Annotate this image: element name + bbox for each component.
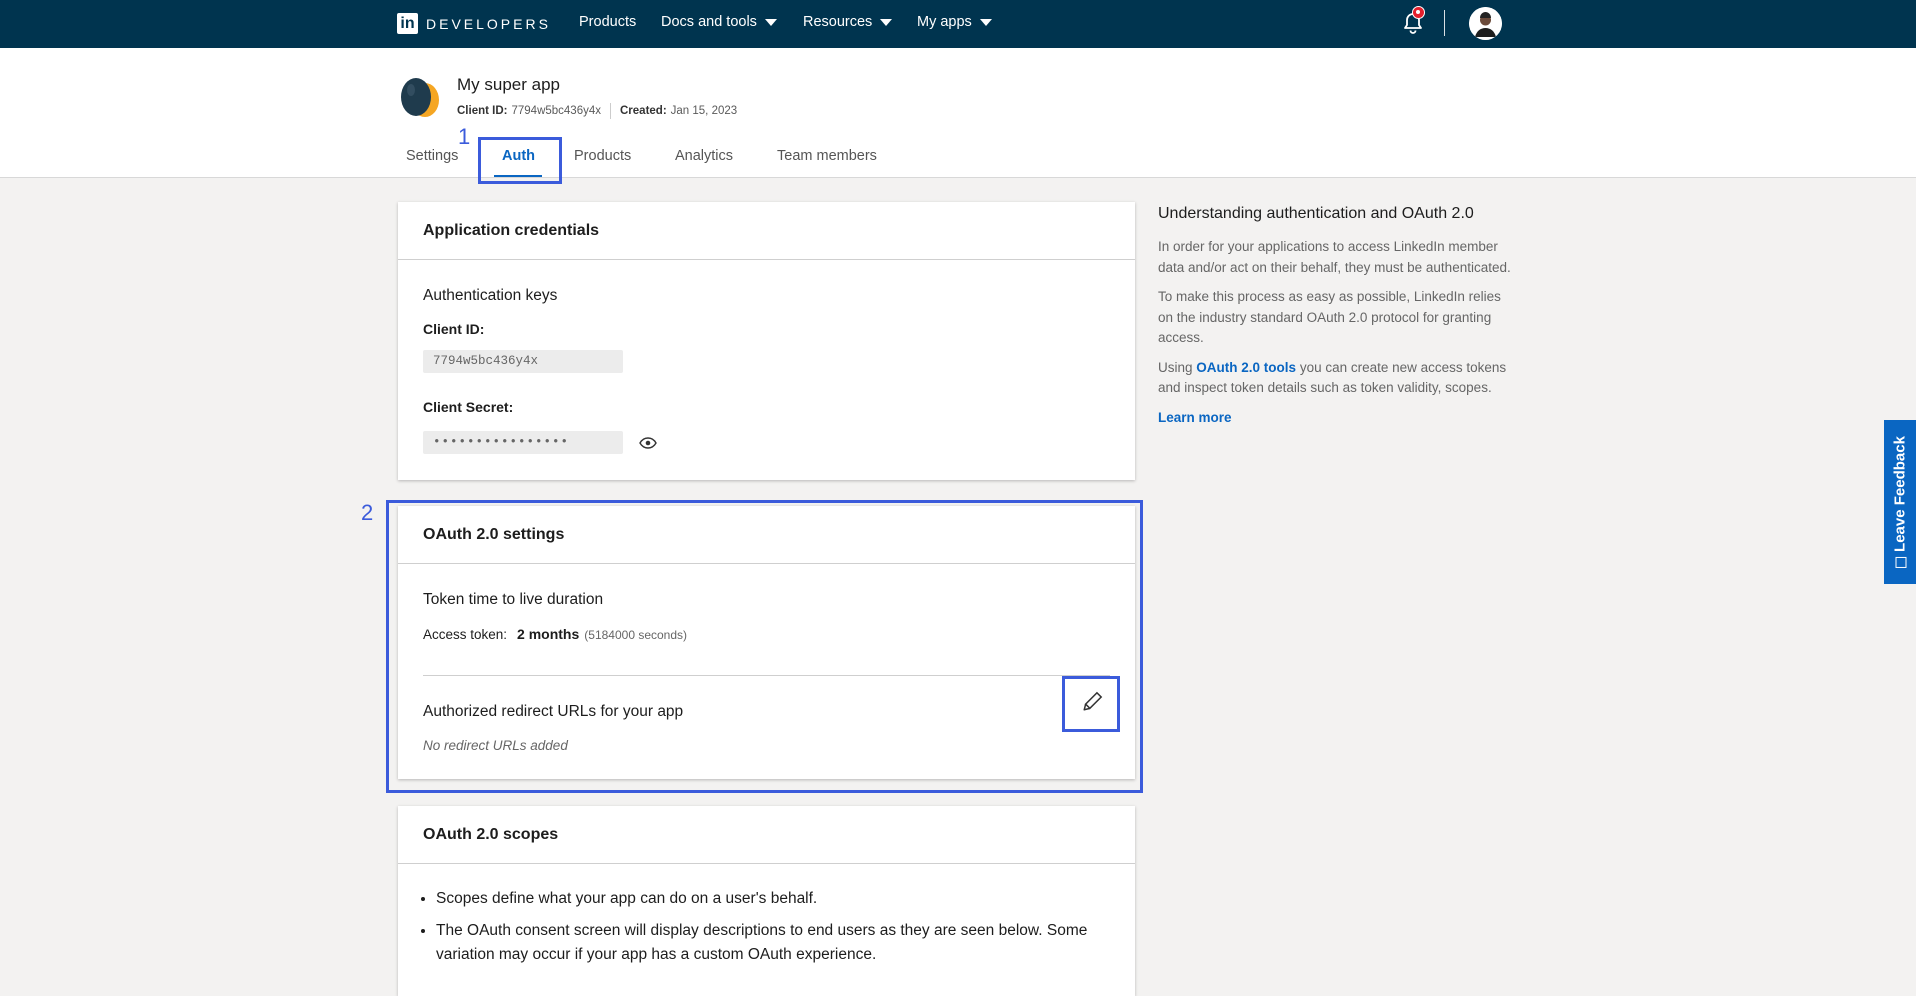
brand-label: DEVELOPERS — [426, 15, 551, 32]
tab-settings[interactable]: Settings — [406, 148, 458, 164]
avatar-icon — [1469, 7, 1502, 40]
access-token-label: Access token: — [423, 627, 508, 642]
nav-products[interactable]: Products — [579, 14, 636, 30]
annotation-number-1: 1 — [458, 124, 471, 149]
help-paragraph-1: In order for your applications to access… — [1158, 239, 1511, 275]
nav-docs-label: Docs and tools — [661, 14, 757, 30]
app-logo-icon — [401, 78, 439, 117]
client-secret-field[interactable]: •••••••••••••••• — [423, 431, 623, 454]
access-token-row: Access token: 2 months (5184000 seconds) — [423, 626, 687, 642]
top-nav: in DEVELOPERS Products Docs and tools Re… — [0, 0, 1916, 48]
scopes-description: Scopes define what your app can do on a … — [416, 887, 1106, 975]
client-secret-label: Client Secret: — [423, 399, 514, 415]
caret-down-icon — [979, 18, 992, 26]
annotation-box-auth-tab — [478, 137, 562, 184]
created-label: Created: — [620, 105, 667, 117]
access-token-seconds: (5184000 seconds) — [584, 628, 688, 642]
client-id-meta-label: Client ID: — [457, 105, 508, 117]
auth-help-panel: Understanding authentication and OAuth 2… — [1158, 205, 1518, 428]
oauth-settings-title: OAuth 2.0 settings — [398, 506, 1135, 564]
redirect-urls-heading: Authorized redirect URLs for your app — [423, 703, 684, 720]
leave-feedback-label: Leave Feedback — [1892, 436, 1909, 568]
scopes-list: Scopes define what your app can do on a … — [416, 887, 1106, 967]
leave-feedback-button[interactable]: Leave Feedback — [1884, 420, 1916, 584]
oauth-settings-card: OAuth 2.0 settings Token time to live du… — [398, 506, 1135, 779]
client-id-label: Client ID: — [423, 321, 485, 337]
list-item: The OAuth consent screen will display de… — [436, 919, 1106, 967]
nav-my-apps[interactable]: My apps — [917, 14, 992, 30]
feedback-text: Leave Feedback — [1891, 436, 1909, 552]
oauth-scopes-card: OAuth 2.0 scopes Scopes define what your… — [398, 806, 1135, 996]
help-p3-prefix: Using — [1158, 359, 1193, 375]
nav-docs-and-tools[interactable]: Docs and tools — [661, 14, 777, 30]
app-header — [0, 48, 1916, 178]
show-secret-eye-icon[interactable] — [639, 437, 657, 449]
learn-more-link[interactable]: Learn more — [1158, 410, 1232, 425]
help-paragraph-2: To make this process as easy as possible… — [1158, 289, 1501, 345]
edit-redirect-urls-pencil-icon[interactable] — [1071, 680, 1113, 724]
app-name: My super app — [457, 75, 560, 94]
help-panel-title: Understanding authentication and OAuth 2… — [1158, 205, 1474, 222]
caret-down-icon — [880, 18, 893, 26]
linkedin-logo-icon: in — [397, 13, 418, 34]
credentials-card-title: Application credentials — [398, 202, 1135, 260]
oauth-tools-link[interactable]: OAuth 2.0 tools — [1196, 360, 1296, 375]
linkedin-developers-logo[interactable]: in DEVELOPERS — [397, 13, 551, 34]
oauth-scopes-title: OAuth 2.0 scopes — [398, 806, 1135, 864]
authentication-keys-heading: Authentication keys — [423, 287, 558, 304]
meta-divider — [610, 103, 611, 119]
redirect-urls-empty: No redirect URLs added — [423, 738, 568, 753]
notification-badge — [1412, 6, 1425, 19]
caret-down-icon — [764, 18, 777, 26]
access-token-value: 2 months — [517, 626, 580, 642]
annotation-number-2: 2 — [361, 500, 374, 525]
user-avatar[interactable] — [1469, 7, 1502, 40]
feedback-icon — [1895, 556, 1907, 568]
nav-resources[interactable]: Resources — [803, 14, 893, 30]
app-meta: Client ID: 7794w5bc436y4x Created: Jan 1… — [457, 103, 737, 119]
created-value: Jan 15, 2023 — [670, 105, 738, 117]
client-id-field[interactable]: 7794w5bc436y4x — [423, 350, 623, 373]
section-divider — [423, 675, 1110, 676]
nav-resources-label: Resources — [803, 14, 873, 30]
list-item: Scopes define what your app can do on a … — [436, 887, 1106, 911]
tab-analytics[interactable]: Analytics — [675, 148, 733, 164]
nav-products-label: Products — [579, 14, 637, 30]
application-credentials-card: Application credentials Authentication k… — [398, 202, 1135, 480]
help-paragraph-3: Using OAuth 2.0 tools you can create new… — [1158, 358, 1518, 399]
client-id-meta-value: 7794w5bc436y4x — [511, 105, 601, 117]
token-ttl-heading: Token time to live duration — [423, 591, 604, 608]
nav-divider — [1444, 10, 1445, 36]
tab-products[interactable]: Products — [574, 148, 631, 164]
tab-team-members[interactable]: Team members — [777, 148, 877, 164]
nav-my-apps-label: My apps — [917, 14, 972, 30]
